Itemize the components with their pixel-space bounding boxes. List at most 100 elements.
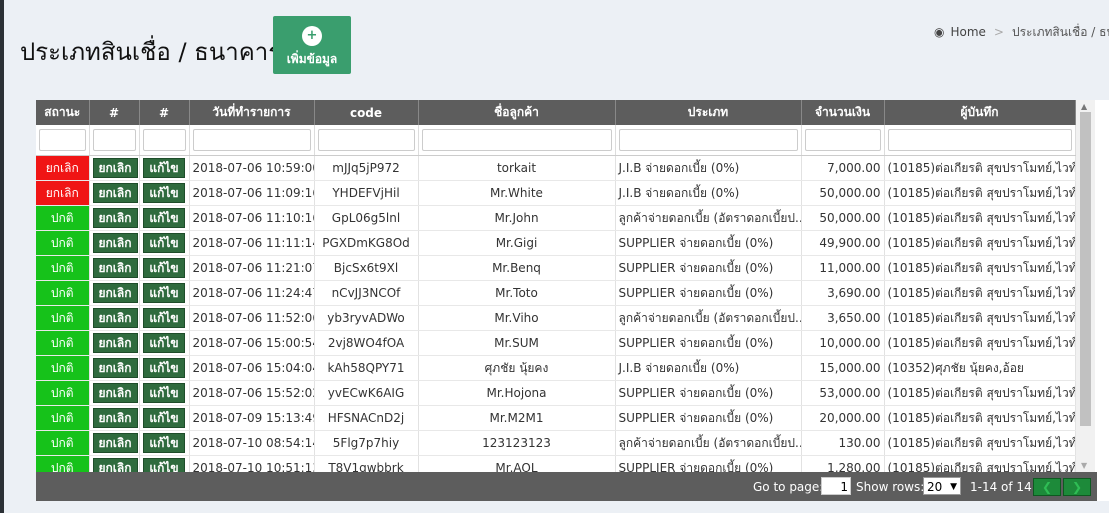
cancel-button[interactable]: ยกเลิก: [92, 208, 138, 228]
edit-button[interactable]: แก้ไข: [143, 358, 185, 378]
edit-button[interactable]: แก้ไข: [143, 233, 185, 253]
page-number-input[interactable]: 1: [821, 477, 851, 495]
table-row[interactable]: ปกติ ยกเลิก แก้ไข 2018-07-06 11:24:47 nCvJJ3…: [36, 280, 1076, 306]
col-header-status[interactable]: สถานะ: [36, 100, 90, 125]
table-row[interactable]: ยกเลิก ยกเลิก แก้ไข 2018-07-06 11:09:16 YHDE…: [36, 180, 1076, 206]
code-cell: HFSNACnD2j: [314, 405, 419, 431]
status-cell: ยกเลิก: [36, 155, 90, 181]
col-header-date[interactable]: วันที่ทำรายการ: [189, 100, 315, 125]
edit-button[interactable]: แก้ไข: [143, 308, 185, 328]
edit-button-cell: แก้ไข: [139, 330, 190, 356]
status-cell: ปกติ: [36, 405, 90, 431]
edit-button[interactable]: แก้ไข: [143, 283, 185, 303]
code-cell: PGXDmKG8Od: [314, 230, 419, 256]
customer-cell: torkait: [418, 155, 616, 181]
status-cell: ปกติ: [36, 280, 90, 306]
scroll-down-icon[interactable]: ▼: [1081, 461, 1087, 470]
cancel-button[interactable]: ยกเลิก: [92, 158, 138, 178]
next-page-button[interactable]: ❯: [1063, 478, 1091, 496]
cancel-button[interactable]: ยกเลิก: [92, 183, 138, 203]
breadcrumb: ◉ Home > ประเภทสินเชื่อ / ธนา: [934, 23, 1109, 42]
code-cell: GpL06g5lnl: [314, 205, 419, 231]
table-row[interactable]: ปกติ ยกเลิก แก้ไข 2018-07-06 11:52:06 yb3ryv…: [36, 305, 1076, 331]
dashboard-icon: ◉: [934, 25, 945, 39]
table-row[interactable]: ปกติ ยกเลิก แก้ไข 2018-07-06 11:10:16 GpL06g…: [36, 205, 1076, 231]
breadcrumb-home-link[interactable]: Home: [950, 25, 985, 39]
chevron-left-icon: ❮: [1041, 480, 1053, 494]
cancel-button-cell: ยกเลิก: [89, 230, 140, 256]
col-header-customer[interactable]: ชื่อลูกค้า: [418, 100, 616, 125]
table-row[interactable]: ปกติ ยกเลิก แก้ไข 2018-07-09 15:13:49 HFSNAC…: [36, 405, 1076, 431]
rows-per-page-select[interactable]: 20 ▼: [923, 477, 961, 495]
filter-input-date[interactable]: [192, 129, 311, 151]
edit-button[interactable]: แก้ไข: [143, 408, 185, 428]
col-header-recorder[interactable]: ผู้บันทึก: [884, 100, 1076, 125]
edit-button[interactable]: แก้ไข: [143, 183, 185, 203]
recorder-cell: (10185)ต่อเกียรติ สุขปราโมทย์,ไวท์: [884, 180, 1076, 206]
edit-button-cell: แก้ไข: [139, 430, 190, 456]
table-row[interactable]: ปกติ ยกเลิก แก้ไข 2018-07-06 15:52:02 yvECwK…: [36, 380, 1076, 406]
add-data-label: เพิ่มข้อมูล: [286, 52, 338, 66]
scrollbar-thumb[interactable]: [1080, 112, 1091, 426]
filter-input-customer[interactable]: [421, 129, 612, 151]
rows-per-page-value: 20: [927, 480, 943, 494]
filter-input-edit[interactable]: [142, 129, 186, 151]
amount-cell: 50,000.00: [801, 180, 885, 206]
cancel-button[interactable]: ยกเลิก: [92, 383, 138, 403]
edit-button-cell: แก้ไข: [139, 280, 190, 306]
prev-page-button[interactable]: ❮: [1033, 478, 1061, 496]
col-header-type[interactable]: ประเภท: [615, 100, 802, 125]
date-cell: 2018-07-06 11:52:06: [189, 305, 315, 331]
status-cell: ยกเลิก: [36, 180, 90, 206]
cancel-button-cell: ยกเลิก: [89, 355, 140, 381]
add-data-button[interactable]: + เพิ่มข้อมูล: [273, 16, 351, 74]
filter-input-recorder[interactable]: [887, 129, 1072, 151]
filter-input-code[interactable]: [317, 129, 415, 151]
cancel-button[interactable]: ยกเลิก: [92, 233, 138, 253]
vertical-scrollbar[interactable]: ▲ ▼: [1076, 100, 1095, 472]
table-row[interactable]: ปกติ ยกเลิก แก้ไข 2018-07-06 15:00:54 2vj8WO…: [36, 330, 1076, 356]
customer-cell: Mr.Gigi: [418, 230, 616, 256]
recorder-cell: (10185)ต่อเกียรติ สุขปราโมทย์,ไวท์: [884, 305, 1076, 331]
date-cell: 2018-07-06 15:52:02: [189, 380, 315, 406]
edit-button[interactable]: แก้ไข: [143, 208, 185, 228]
cancel-button[interactable]: ยกเลิก: [92, 283, 138, 303]
customer-cell: Mr.White: [418, 180, 616, 206]
edit-button[interactable]: แก้ไข: [143, 383, 185, 403]
cancel-button[interactable]: ยกเลิก: [92, 308, 138, 328]
edit-button[interactable]: แก้ไข: [143, 158, 185, 178]
filter-input-status[interactable]: [39, 129, 86, 151]
cancel-button[interactable]: ยกเลิก: [92, 358, 138, 378]
row-range-text: 1-14 of 14: [970, 480, 1032, 494]
edit-button[interactable]: แก้ไข: [143, 433, 185, 453]
table-row[interactable]: ปกติ ยกเลิก แก้ไข 2018-07-10 08:54:14 5Flg7p…: [36, 430, 1076, 456]
table-row[interactable]: ยกเลิก ยกเลิก แก้ไข 2018-07-06 10:59:00 mJJq…: [36, 155, 1076, 181]
filter-input-cancel[interactable]: [92, 129, 136, 151]
table-row[interactable]: ปกติ ยกเลิก แก้ไข 2018-07-06 11:11:14 PGXDmK…: [36, 230, 1076, 256]
col-header-edit[interactable]: #: [139, 100, 190, 125]
edit-button[interactable]: แก้ไข: [143, 258, 185, 278]
table-row[interactable]: ปกติ ยกเลิก แก้ไข 2018-07-06 15:04:04 kAh58Q…: [36, 355, 1076, 381]
filter-input-amount[interactable]: [804, 129, 881, 151]
edit-button[interactable]: แก้ไข: [143, 333, 185, 353]
date-cell: 2018-07-06 11:09:16: [189, 180, 315, 206]
col-header-amount[interactable]: จำนวนเงิน: [801, 100, 885, 125]
edit-button-cell: แก้ไข: [139, 380, 190, 406]
amount-cell: 3,650.00: [801, 305, 885, 331]
cancel-button[interactable]: ยกเลิก: [92, 333, 138, 353]
table-row[interactable]: ปกติ ยกเลิก แก้ไข 2018-07-06 11:21:07 BjcSx6…: [36, 255, 1076, 281]
date-cell: 2018-07-06 11:11:14: [189, 230, 315, 256]
cancel-button[interactable]: ยกเลิก: [92, 408, 138, 428]
cancel-button[interactable]: ยกเลิก: [92, 433, 138, 453]
col-header-cancel[interactable]: #: [89, 100, 140, 125]
customer-cell: Mr.M2M1: [418, 405, 616, 431]
col-header-code[interactable]: code: [314, 100, 419, 125]
scroll-up-icon[interactable]: ▲: [1081, 102, 1087, 111]
recorder-cell: (10185)ต่อเกียรติ สุขปราโมทย์,ไวท์: [884, 280, 1076, 306]
amount-cell: 10,000.00: [801, 330, 885, 356]
date-cell: 2018-07-06 15:04:04: [189, 355, 315, 381]
date-cell: 2018-07-06 15:00:54: [189, 330, 315, 356]
customer-cell: Mr.Hojona: [418, 380, 616, 406]
cancel-button[interactable]: ยกเลิก: [92, 258, 138, 278]
filter-input-type[interactable]: [618, 129, 798, 151]
